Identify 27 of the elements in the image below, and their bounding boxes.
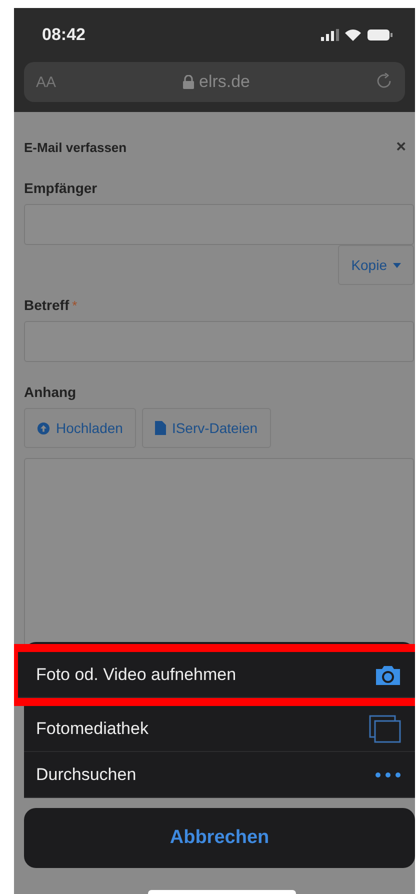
field-label: Betreff: [24, 297, 70, 313]
camera-icon: [374, 664, 402, 686]
recipient-field[interactable]: [24, 204, 414, 245]
status-time: 08:42: [42, 25, 86, 45]
action-sheet-item[interactable]: Fotomediathek: [24, 706, 415, 752]
cancel-button[interactable]: Abbrechen: [24, 808, 415, 868]
copy-dropdown-button[interactable]: Kopie: [338, 245, 414, 285]
upload-icon: [37, 422, 50, 434]
photo-stack-icon: [369, 714, 401, 742]
text-size-button[interactable]: AA: [36, 74, 56, 90]
field-label: Anhang: [24, 384, 76, 400]
lock-icon: [182, 75, 194, 89]
more-icon: [375, 772, 401, 778]
field-label: Empfänger: [24, 180, 98, 196]
required-mark: *: [72, 298, 78, 313]
files-button[interactable]: IServ-Dateien: [142, 408, 271, 448]
subject-field[interactable]: [24, 321, 414, 362]
close-button[interactable]: ×: [396, 137, 406, 157]
wifi-icon: [345, 29, 361, 41]
url-text: elrs.de: [182, 72, 250, 92]
upload-button[interactable]: Hochladen: [24, 408, 136, 448]
battery-icon: [367, 29, 393, 41]
caret-icon: [393, 262, 401, 268]
address-bar[interactable]: AA elrs.de: [24, 62, 405, 102]
signal-icon: [321, 29, 339, 41]
dialog-title: E-Mail verfassen: [24, 140, 127, 154]
file-icon: [154, 421, 166, 435]
